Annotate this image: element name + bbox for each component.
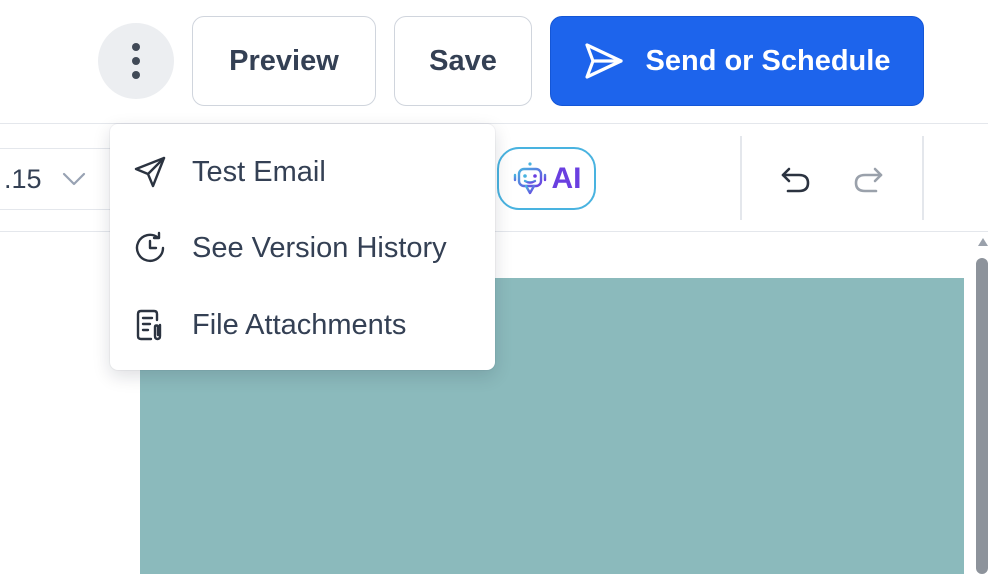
preview-button[interactable]: Preview xyxy=(192,16,376,106)
menu-item-file-attachments[interactable]: File Attachments xyxy=(110,289,495,361)
save-button[interactable]: Save xyxy=(394,16,532,106)
robot-icon xyxy=(512,161,548,197)
history-clock-icon xyxy=(132,230,168,266)
ai-button-label: AI xyxy=(551,161,582,195)
toolbar-separator xyxy=(922,136,924,220)
menu-item-test-email[interactable]: Test Email xyxy=(110,136,495,208)
paper-plane-icon xyxy=(132,154,168,190)
paper-plane-icon xyxy=(584,42,624,80)
menu-item-label: File Attachments xyxy=(192,308,407,341)
preview-button-label: Preview xyxy=(229,44,339,77)
menu-item-label: See Version History xyxy=(192,231,447,264)
redo-icon xyxy=(854,167,883,193)
send-or-schedule-button[interactable]: Send or Schedule xyxy=(550,16,924,106)
file-attachment-icon xyxy=(132,307,168,343)
menu-item-version-history[interactable]: See Version History xyxy=(110,212,495,284)
send-button-label: Send or Schedule xyxy=(645,44,891,77)
save-button-label: Save xyxy=(429,44,497,77)
toolbar-separator xyxy=(740,136,742,220)
more-options-button[interactable] xyxy=(98,23,174,99)
redo-button[interactable] xyxy=(844,158,892,202)
menu-item-label: Test Email xyxy=(192,155,326,188)
kebab-vertical-icon xyxy=(132,43,140,79)
scroll-up-arrow-icon[interactable] xyxy=(978,238,988,246)
undo-button[interactable] xyxy=(772,158,820,202)
line-height-value: .15 xyxy=(4,163,42,194)
ai-assistant-button[interactable]: AI xyxy=(497,147,596,210)
line-height-select[interactable]: .15 xyxy=(0,148,120,210)
undo-icon xyxy=(781,167,810,193)
more-options-menu: Test Email See Version History File Atta… xyxy=(110,124,495,370)
scrollbar-thumb[interactable] xyxy=(976,258,988,574)
chevron-down-icon xyxy=(62,172,86,186)
